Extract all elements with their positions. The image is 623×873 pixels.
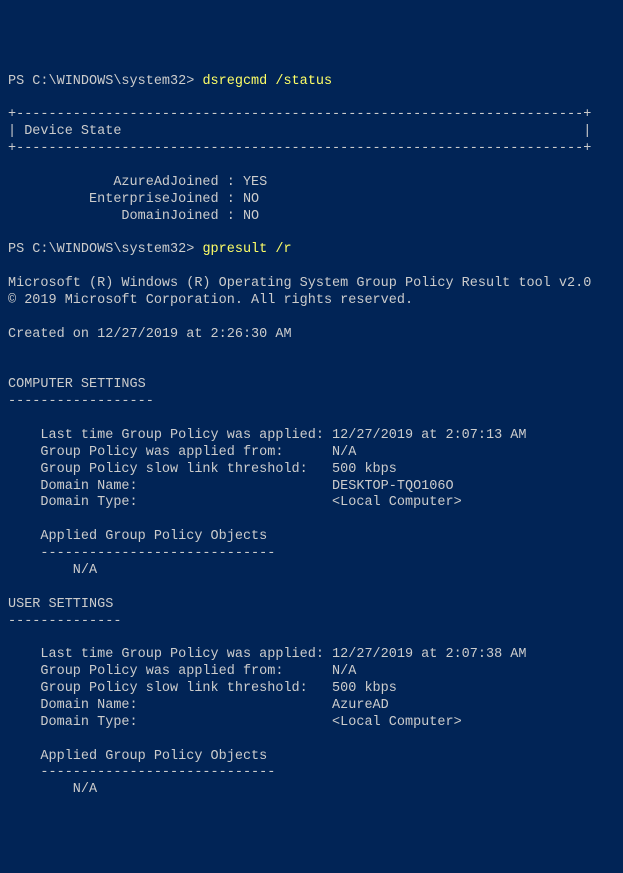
command-gpresult: gpresult /r <box>202 242 291 257</box>
azure-ad-joined: AzureAdJoined : YES <box>8 175 267 190</box>
comp-gpo-na: N/A <box>8 563 97 578</box>
domain-joined: DomainJoined : NO <box>8 209 259 224</box>
comp-slow-link: Group Policy slow link threshold: 500 kb… <box>8 462 397 477</box>
user-applied-from: Group Policy was applied from: N/A <box>8 664 356 679</box>
device-state-rule-bot: +---------------------------------------… <box>8 141 591 156</box>
gpresult-created: Created on ‎12/‎27/‎2019 at 2:26:30 AM <box>8 327 292 342</box>
user-last-applied: Last time Group Policy was applied: 12/2… <box>8 647 526 662</box>
comp-applied-from: Group Policy was applied from: N/A <box>8 445 356 460</box>
user-settings-title: USER SETTINGS <box>8 597 113 612</box>
ps-prompt-2: PS C:\WINDOWS\system32> <box>8 242 202 257</box>
user-gpo-title: Applied Group Policy Objects <box>8 749 267 764</box>
comp-gpo-title: Applied Group Policy Objects <box>8 529 267 544</box>
computer-settings-rule: ------------------ <box>8 394 154 409</box>
device-state-title: | Device State | <box>8 124 591 139</box>
comp-domain-type: Domain Type: <Local Computer> <box>8 495 462 510</box>
device-state-rule-top: +---------------------------------------… <box>8 107 591 122</box>
user-domain-type: Domain Type: <Local Computer> <box>8 715 462 730</box>
user-gpo-na: N/A <box>8 782 97 797</box>
comp-gpo-rule: ----------------------------- <box>8 546 275 561</box>
gpresult-banner-1: Microsoft (R) Windows (R) Operating Syst… <box>8 276 591 291</box>
user-settings-rule: -------------- <box>8 614 121 629</box>
command-dsregcmd: dsregcmd /status <box>202 74 332 89</box>
comp-last-applied: Last time Group Policy was applied: 12/2… <box>8 428 526 443</box>
enterprise-joined: EnterpriseJoined : NO <box>8 192 259 207</box>
user-gpo-rule: ----------------------------- <box>8 765 275 780</box>
user-slow-link: Group Policy slow link threshold: 500 kb… <box>8 681 397 696</box>
user-domain-name: Domain Name: AzureAD <box>8 698 389 713</box>
ps-prompt-1: PS C:\WINDOWS\system32> <box>8 74 202 89</box>
gpresult-banner-2: © 2019 Microsoft Corporation. All rights… <box>8 293 413 308</box>
computer-settings-title: COMPUTER SETTINGS <box>8 377 146 392</box>
comp-domain-name: Domain Name: DESKTOP-TQO106O <box>8 479 454 494</box>
